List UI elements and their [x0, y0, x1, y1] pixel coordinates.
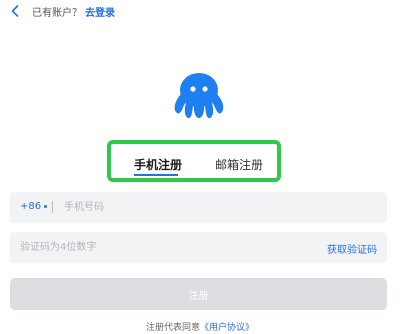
register-button[interactable]: 注册 — [10, 278, 387, 310]
register-page: 已有账户？ 去登录 手机注册 邮箱注册 +86 获取验证码 注册 — [0, 0, 400, 334]
dropdown-dot-icon — [44, 205, 47, 208]
tab-email-register[interactable]: 邮箱注册 — [215, 156, 263, 173]
phone-number-input[interactable] — [64, 198, 364, 216]
get-code-button[interactable]: 获取验证码 — [327, 241, 377, 256]
verification-code-input[interactable] — [20, 238, 300, 256]
have-account-text: 已有账户？ — [32, 7, 82, 19]
login-link[interactable]: 去登录 — [85, 4, 115, 19]
top-bar: 已有账户？ 去登录 — [8, 3, 115, 19]
octopus-logo-icon — [172, 72, 226, 120]
country-code-selector[interactable]: +86 — [20, 201, 41, 212]
field-divider — [52, 201, 53, 213]
agreement-prefix: 注册代表同意 — [145, 323, 200, 333]
user-agreement-link[interactable]: 《用户协议》 — [200, 323, 254, 333]
phone-field: +86 — [10, 192, 387, 223]
verification-code-field: 获取验证码 — [10, 232, 387, 263]
agreement-text: 注册代表同意《用户协议》 — [0, 320, 400, 333]
chevron-left-icon[interactable] — [8, 3, 22, 19]
tab-phone-register[interactable]: 手机注册 — [134, 156, 182, 173]
active-tab-underline — [134, 174, 178, 176]
